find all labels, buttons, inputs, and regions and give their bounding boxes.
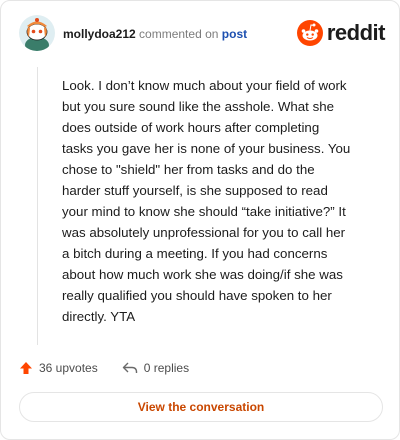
action-text: commented on	[139, 27, 219, 41]
reddit-alien-icon	[296, 20, 323, 46]
reddit-logo[interactable]: reddit	[296, 19, 386, 47]
thread-line	[37, 67, 38, 345]
snoo-avatar-icon	[19, 15, 55, 51]
user-avatar[interactable]	[19, 15, 55, 51]
embedded-comment-card: mollydoa212 commented on post reddit Loo…	[0, 0, 400, 440]
post-link[interactable]: post	[222, 27, 247, 41]
reddit-wordmark: reddit	[326, 20, 386, 45]
comment-header: mollydoa212 commented on post reddit	[19, 15, 386, 53]
comment-stats: 36 upvotes 0 replies	[19, 359, 213, 377]
comment-byline: mollydoa212 commented on post	[63, 27, 247, 41]
username[interactable]: mollydoa212	[63, 27, 136, 41]
upvote-label: 36 upvotes	[39, 361, 98, 375]
reply-arrow-icon	[122, 362, 137, 373]
upvote-count[interactable]: 36 upvotes	[19, 361, 98, 375]
upvote-arrow-icon	[20, 362, 32, 374]
comment-body: Look. I don’t know much about your field…	[62, 78, 351, 324]
reply-count[interactable]: 0 replies	[122, 361, 189, 375]
view-conversation-button[interactable]: View the conversation	[19, 392, 383, 422]
reply-label: 0 replies	[143, 361, 190, 375]
